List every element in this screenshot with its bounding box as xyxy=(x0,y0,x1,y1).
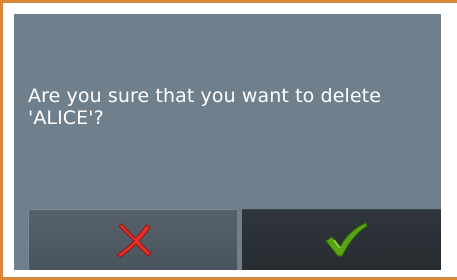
confirm-button[interactable] xyxy=(242,209,450,270)
delete-confirmation-dialog: Are you sure that you want to delete 'AL… xyxy=(14,14,455,270)
cancel-button[interactable] xyxy=(28,209,237,270)
dialog-message: Are you sure that you want to delete 'AL… xyxy=(28,85,381,129)
right-margin xyxy=(441,14,457,270)
red-x-icon xyxy=(116,223,152,258)
green-checkmark-icon xyxy=(325,222,368,257)
